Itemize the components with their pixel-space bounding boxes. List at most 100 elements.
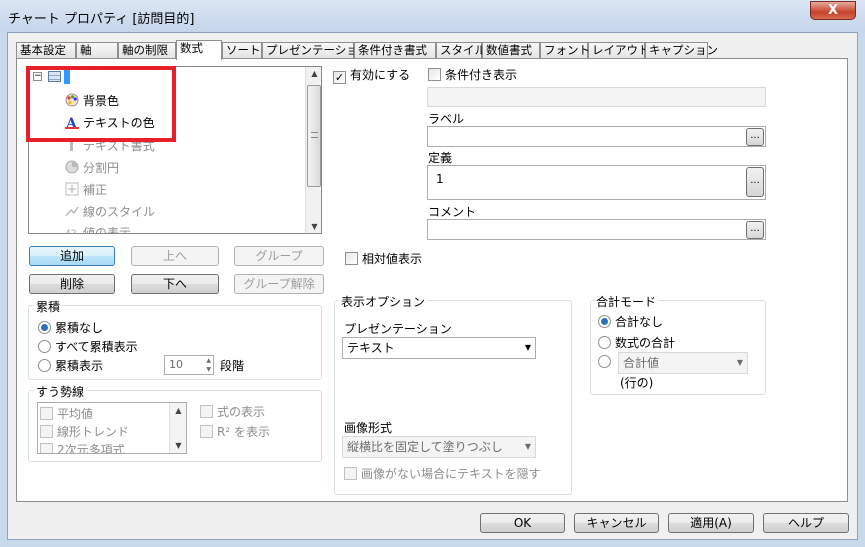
comment-input[interactable] — [427, 219, 766, 240]
steps-unit-label: 段階 — [220, 359, 245, 373]
tab-general[interactable]: 基本設定 — [16, 42, 76, 59]
definition-input[interactable]: 1 — [427, 165, 766, 200]
label-input[interactable] — [427, 126, 766, 147]
conditional-checkbox[interactable]: 条件付き表示 — [428, 66, 517, 83]
help-button[interactable]: ヘルプ — [763, 513, 849, 533]
label-ellipsis-button[interactable]: ... — [746, 128, 764, 146]
tab-presentation[interactable]: プレゼンテーション — [262, 42, 369, 59]
tab-axis[interactable]: 軸 — [76, 42, 118, 59]
tree-item-pie-popout[interactable]: 分割円 — [65, 159, 119, 176]
checkbox[interactable] — [200, 425, 213, 438]
scroll-up-icon[interactable]: ▲ — [170, 406, 186, 415]
delete-button[interactable]: 削除 — [29, 274, 115, 294]
ungroup-button[interactable]: グループ解除 — [234, 274, 324, 294]
radio-expression-total[interactable]: 数式の合計 — [598, 334, 675, 351]
tree-item-show-value[interactable]: 42 値の表示 — [65, 224, 131, 234]
sum-mode-select[interactable]: 合計値 ▼ — [618, 352, 748, 374]
radio-dot[interactable] — [598, 336, 611, 349]
tab-number-format[interactable]: 数値書式 — [482, 42, 540, 59]
tab-layout[interactable]: レイアウト — [588, 42, 650, 59]
checkbox[interactable] — [40, 425, 53, 438]
radio-no-accumulation[interactable]: 累積なし — [38, 319, 103, 336]
show-r2-checkbox[interactable]: R² を表示 — [200, 423, 270, 440]
enable-checkbox[interactable]: ✓ 有効にする — [333, 66, 410, 84]
scroll-down-icon[interactable]: ▼ — [306, 222, 321, 231]
definition-caption: 定義 — [428, 151, 453, 165]
trend-label: 2次元多項式 — [57, 443, 125, 454]
comment-ellipsis-button[interactable]: ... — [746, 221, 764, 239]
trend-linear[interactable]: 線形トレンド — [40, 423, 129, 440]
scroll-up-icon[interactable]: ▲ — [306, 69, 321, 78]
apply-button[interactable]: 適用(A) — [668, 513, 754, 533]
radio-step-accumulation[interactable]: 累積表示 — [38, 357, 103, 374]
image-format-select[interactable]: 縦横比を固定して塗りつぶし ▼ — [342, 436, 536, 458]
radio-full-accumulation[interactable]: すべて累積表示 — [38, 338, 138, 355]
checkbox[interactable] — [40, 443, 53, 453]
condition-field[interactable] — [427, 87, 766, 107]
tab-style[interactable]: スタイル — [436, 42, 486, 59]
radio-dot[interactable] — [598, 315, 611, 328]
group-button[interactable]: グループ — [234, 246, 324, 266]
definition-value: 1 — [436, 172, 444, 186]
definition-ellipsis-button[interactable]: ... — [746, 167, 764, 197]
tab-conditional-format[interactable]: 条件付き書式 — [354, 42, 436, 59]
window-title: チャート プロパティ [訪問目的] — [8, 12, 195, 27]
chevron-down-icon[interactable]: ▼ — [737, 353, 743, 373]
cancel-button[interactable]: キャンセル — [574, 513, 659, 533]
move-down-button[interactable]: 下へ — [131, 274, 219, 294]
tree-item-offset[interactable]: 補正 — [65, 181, 107, 198]
ok-button[interactable]: OK — [480, 513, 565, 533]
checkbox[interactable] — [344, 467, 357, 480]
steps-spinner[interactable]: 10 ▲ ▼ — [164, 355, 214, 375]
tab-font[interactable]: フォント — [540, 42, 590, 59]
trend-polynomial[interactable]: 2次元多項式 — [40, 441, 125, 454]
relative-checkbox[interactable]: 相対値表示 — [345, 250, 422, 267]
tree-scrollbar[interactable]: ▲ ▼ — [305, 67, 321, 233]
comment-caption: コメント — [428, 205, 477, 219]
value-icon: 42 — [65, 225, 79, 234]
tab-expressions[interactable]: 数式 — [176, 40, 222, 60]
radio-dot[interactable] — [38, 321, 51, 334]
add-button[interactable]: 追加 — [29, 246, 115, 266]
close-button[interactable]: X — [810, 1, 856, 20]
show-equation-checkbox[interactable]: 式の表示 — [200, 403, 265, 420]
move-up-button[interactable]: 上へ — [131, 246, 219, 266]
chevron-down-icon[interactable]: ▼ — [525, 437, 531, 457]
line-style-icon — [65, 204, 79, 218]
scroll-down-icon[interactable]: ▼ — [170, 441, 186, 450]
scroll-thumb[interactable] — [307, 85, 321, 187]
trend-scrollbar[interactable]: ▲ ▼ — [169, 403, 186, 453]
tree-item-label: 分割円 — [83, 161, 120, 175]
radio-dot[interactable] — [38, 359, 51, 372]
trendlines-list[interactable]: 平均値 線形トレンド 2次元多項式 ▲ ▼ — [37, 402, 187, 454]
trend-label: 線形トレンド — [57, 425, 130, 439]
steps-value: 10 — [169, 358, 183, 371]
radio-sum-of-rows[interactable] — [598, 355, 615, 369]
radio-dot[interactable] — [598, 355, 611, 368]
checkbox[interactable] — [345, 252, 358, 265]
svg-text:42: 42 — [65, 229, 76, 234]
trend-average[interactable]: 平均値 — [40, 405, 93, 422]
checkbox[interactable] — [200, 405, 213, 418]
radio-dot[interactable] — [38, 340, 51, 353]
highlight-annotation — [26, 66, 176, 142]
checkbox[interactable] — [40, 407, 53, 420]
tree-item-line-style[interactable]: 線のスタイル — [65, 203, 155, 220]
checkbox[interactable] — [428, 68, 441, 81]
radio-label: 合計なし — [615, 315, 664, 329]
total-mode-label: 合計モード — [594, 293, 659, 310]
chevron-down-icon[interactable]: ▼ — [525, 338, 531, 358]
checkbox[interactable]: ✓ — [333, 71, 346, 84]
presentation-select[interactable]: テキスト ▼ — [342, 337, 536, 359]
hide-text-checkbox[interactable]: 画像がない場合にテキストを隠す — [344, 465, 541, 482]
tab-caption[interactable]: キャプション — [645, 42, 718, 59]
offset-icon — [65, 182, 79, 196]
radio-label: 累積なし — [55, 321, 104, 335]
tree-item-label: 補正 — [83, 183, 108, 197]
spinner-arrows-icon[interactable]: ▲ ▼ — [206, 356, 211, 374]
radio-no-total[interactable]: 合計なし — [598, 313, 663, 330]
radio-label: 累積表示 — [55, 359, 104, 373]
tab-axis-limits[interactable]: 軸の制限 — [118, 42, 176, 59]
tab-sort[interactable]: ソート — [222, 42, 262, 59]
of-rows-label: (行の) — [620, 376, 654, 390]
